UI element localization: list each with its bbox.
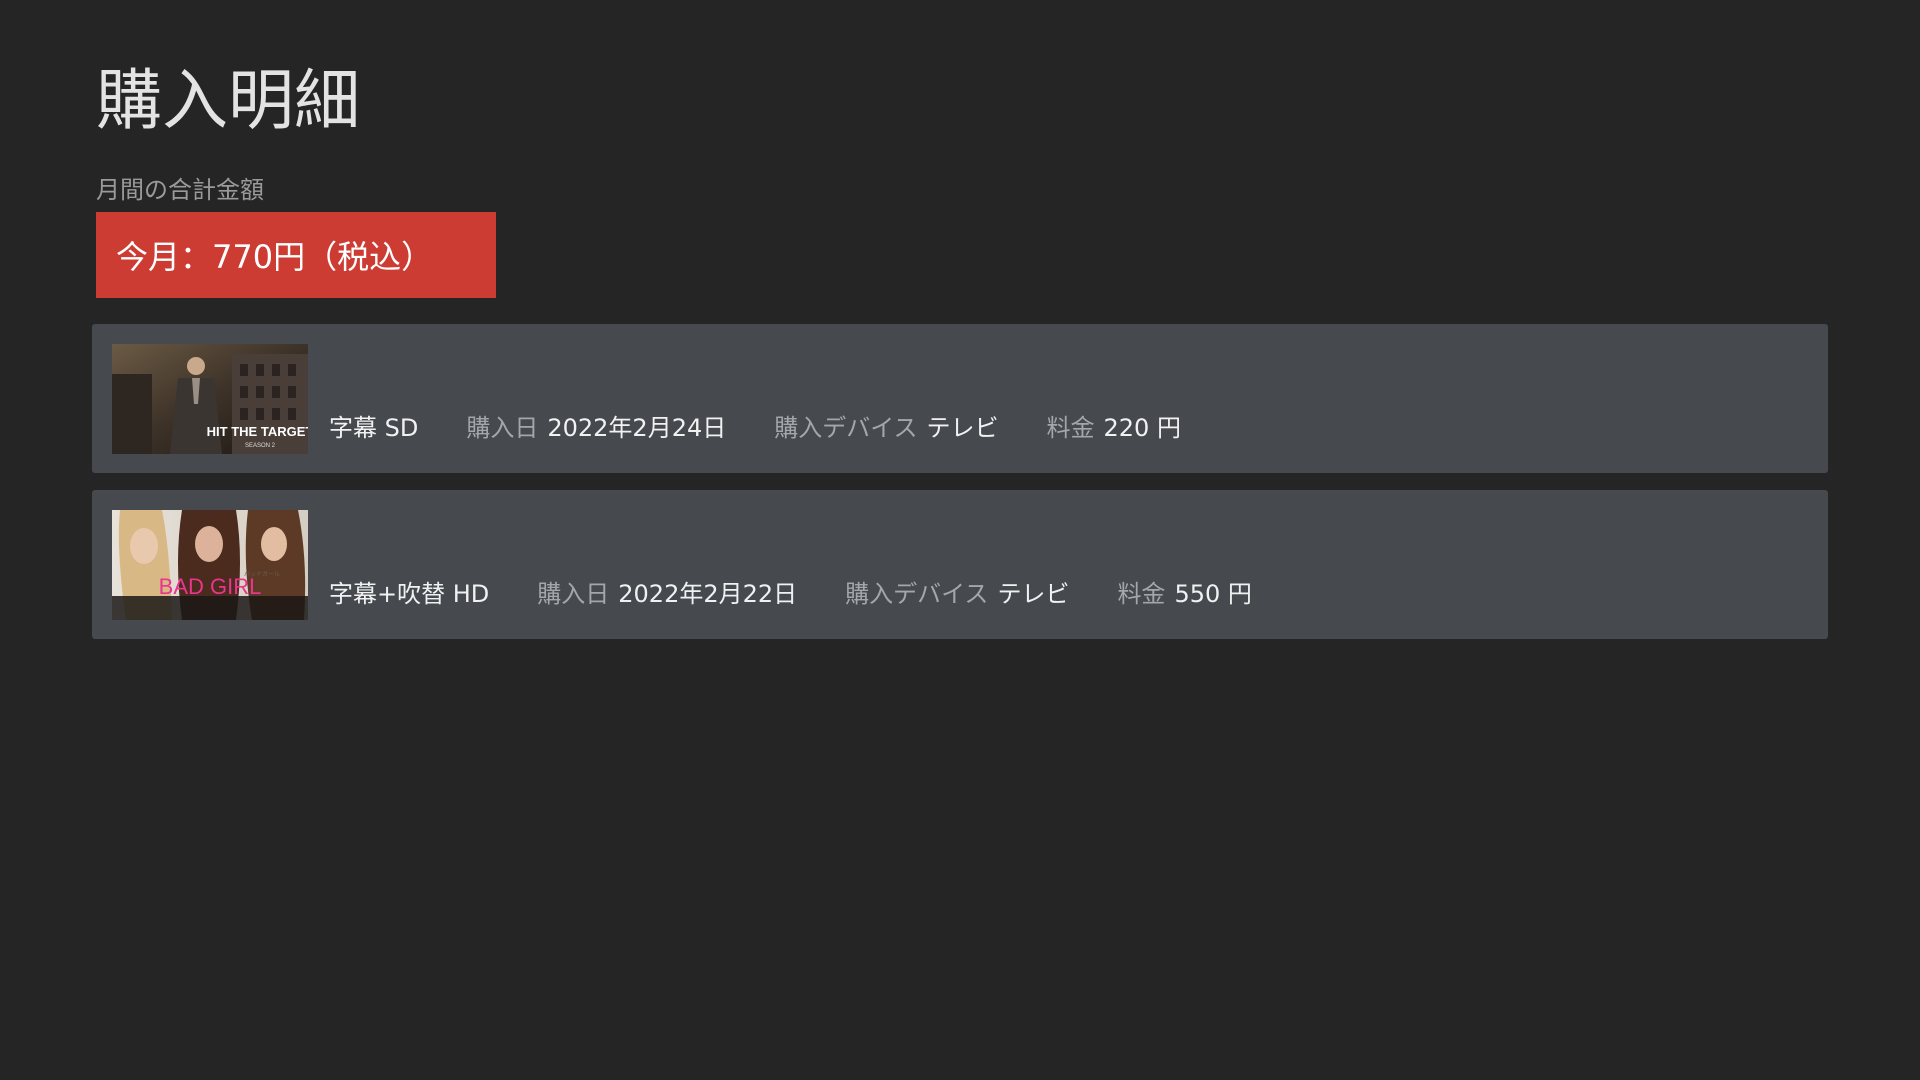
purchase-price-label: 料金 [1117, 579, 1166, 608]
thumbnail-title-text: HIT THE TARGET [207, 424, 308, 439]
purchase-meta: 字幕+吹替 HD 購入日 2022年2月22日 購入デバイス テレビ 料金 55… [329, 574, 1252, 608]
purchase-list: HIT THE TARGET SEASON 2 字幕 SD 購入日 2022年2… [92, 324, 1828, 656]
purchase-device-label: 購入デバイス [774, 413, 918, 442]
purchase-date-label: 購入日 [537, 579, 610, 608]
purchase-device-value: テレビ [997, 579, 1070, 608]
purchase-item[interactable]: HIT THE TARGET SEASON 2 字幕 SD 購入日 2022年2… [92, 324, 1828, 473]
purchase-date-value: 2022年2月24日 [547, 413, 727, 442]
monthly-total-value: 今月：770円（税込） [116, 238, 434, 276]
purchase-item[interactable]: BAD GIRL バッドガール 字幕+吹替 HD 購入日 2022年2月22日 … [92, 490, 1828, 639]
purchase-price-value: 550 円 [1174, 579, 1252, 608]
purchase-price-label: 料金 [1046, 413, 1095, 442]
purchase-price-value: 220 円 [1103, 413, 1181, 442]
thumbnail-subtitle-text: バッドガール [244, 570, 280, 578]
purchase-thumbnail: HIT THE TARGET SEASON 2 [112, 344, 308, 454]
monthly-total-box[interactable]: 今月：770円（税込） [96, 212, 496, 298]
purchase-thumbnail: BAD GIRL バッドガール [112, 510, 308, 620]
purchase-device-label: 購入デバイス [845, 579, 989, 608]
purchase-date-value: 2022年2月22日 [618, 579, 798, 608]
page-title: 購入明細 [96, 62, 360, 139]
purchase-device-value: テレビ [926, 413, 999, 442]
purchase-quality: 字幕 SD [329, 413, 419, 442]
purchase-meta: 字幕 SD 購入日 2022年2月24日 購入デバイス テレビ 料金 220 円 [329, 408, 1181, 442]
purchase-quality: 字幕+吹替 HD [329, 579, 490, 608]
monthly-total-label: 月間の合計金額 [96, 176, 264, 204]
purchase-date-label: 購入日 [466, 413, 539, 442]
thumbnail-subtitle-text: SEASON 2 [245, 443, 276, 449]
